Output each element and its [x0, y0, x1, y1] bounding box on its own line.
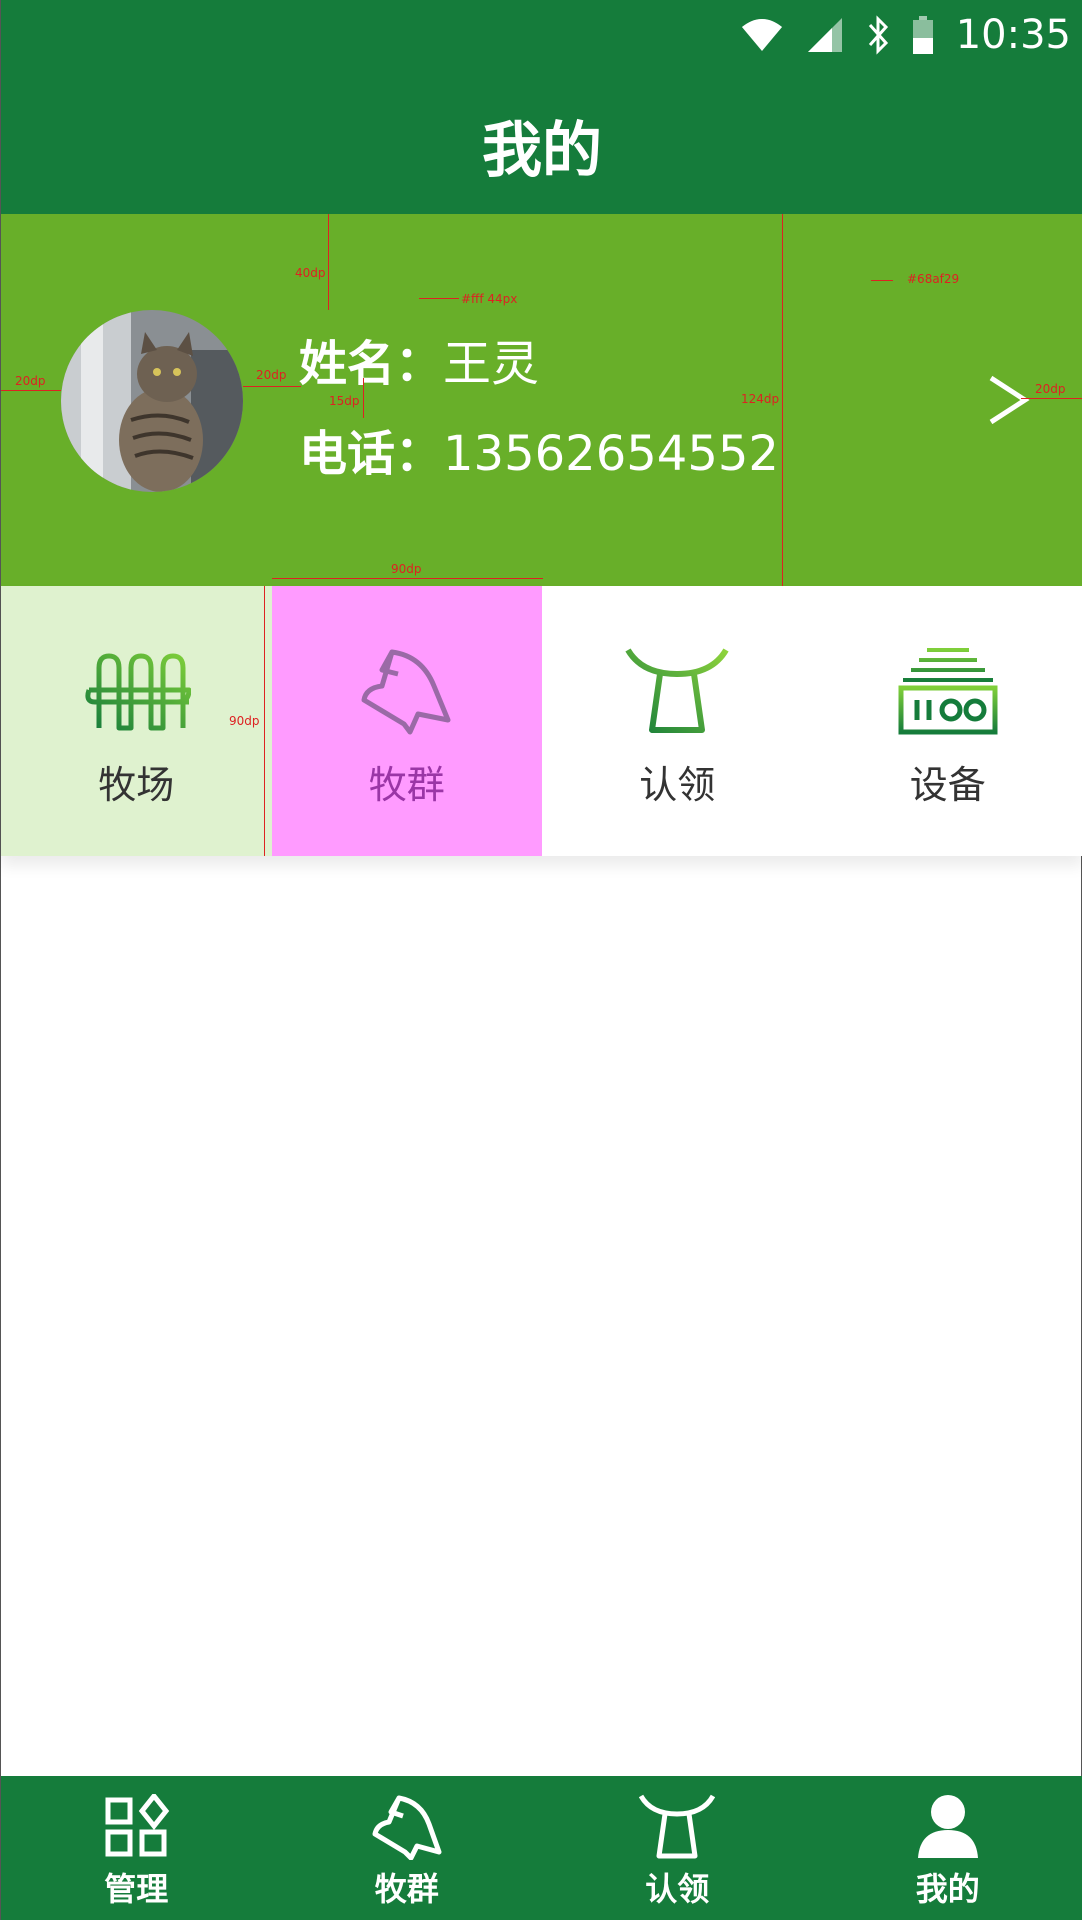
cellular-signal-icon: [807, 18, 842, 52]
nav-label-mine: 我的: [915, 1870, 980, 1908]
grid-label-claim: 认领: [639, 763, 716, 807]
anno-top-gap-line: [328, 214, 329, 310]
wifi-icon: [741, 19, 782, 51]
screen: 10:35 我的 姓名：王灵 电话：13562654552 40dp #fff …: [0, 0, 1082, 1920]
nav-item-manage[interactable]: 管理: [1, 1776, 272, 1920]
anno-left-margin: 20dp: [15, 374, 46, 388]
fence-icon: [85, 653, 192, 731]
cow-tag-icon: [639, 1794, 716, 1859]
bottom-nav: 管理 牧群 认领 我的: [1, 1776, 1082, 1920]
name-label: 姓名：: [299, 336, 444, 392]
grid-item-herd[interactable]: 牧群: [271, 586, 542, 856]
anno-text-style: #fff 44px: [461, 292, 518, 306]
anno-line-gap-line: [363, 378, 364, 418]
grid-item-claim[interactable]: 认领: [542, 586, 813, 856]
nav-item-herd[interactable]: 牧群: [272, 1776, 543, 1920]
page-title: 我的: [482, 116, 602, 186]
grid-label-pasture: 牧场: [98, 763, 175, 807]
anno-left-margin-line: [1, 390, 61, 391]
anno-line-gap: 15dp: [329, 394, 360, 408]
device-icon: [898, 648, 998, 735]
nav-item-mine[interactable]: 我的: [813, 1776, 1082, 1920]
nav-item-claim[interactable]: 认领: [542, 1776, 813, 1920]
anno-bg-color: #68af29: [907, 272, 960, 286]
anno-grid-width-line: [272, 578, 543, 579]
anno-top-gap: 40dp: [295, 266, 326, 280]
cow-tag-icon: [625, 648, 729, 733]
chevron-right-icon[interactable]: [987, 374, 1031, 426]
anno-avatar-gap: 20dp: [256, 368, 287, 382]
phone-label: 电话：: [299, 426, 444, 482]
phone-value: 13562654552: [443, 426, 779, 482]
horse-head-icon: [372, 1795, 442, 1860]
anno-grid-height-line: [264, 586, 265, 856]
anno-right-margin: 20dp: [1035, 382, 1066, 396]
grid-label-device: 设备: [909, 763, 986, 807]
battery-icon: [912, 16, 933, 54]
grid-label-herd: 牧群: [368, 763, 445, 807]
nav-label-herd: 牧群: [374, 1870, 439, 1908]
anno-grid-height: 90dp: [229, 714, 260, 728]
cat-photo: [61, 310, 243, 492]
nav-label-claim: 认领: [645, 1870, 710, 1908]
profile-phone: 电话：13562654552: [299, 414, 779, 484]
name-value: 王灵: [443, 336, 540, 392]
person-icon: [917, 1795, 978, 1858]
grid-diamond-icon: [105, 1794, 170, 1857]
bluetooth-icon: [868, 15, 888, 55]
anno-avatar-gap-line: [243, 386, 301, 387]
anno-grid-width: 90dp: [391, 562, 422, 576]
anno-right-margin-line: [1021, 398, 1082, 399]
grid-item-pasture[interactable]: 牧场 90dp: [1, 586, 272, 856]
status-bar: 10:35: [1, 0, 1082, 70]
quick-menu: 牧场 90dp 牧群 认领 设备: [1, 586, 1082, 856]
anno-pointer-line: [419, 298, 459, 299]
anno-card-height: 124dp: [741, 392, 780, 406]
profile-name: 姓名：王灵: [299, 324, 539, 394]
avatar[interactable]: [61, 310, 243, 492]
status-icons: 10:35: [740, 10, 1071, 60]
grid-item-device[interactable]: 设备: [813, 586, 1082, 856]
anno-bg-pointer: [871, 280, 893, 281]
app-header: 我的: [1, 70, 1082, 214]
nav-label-manage: 管理: [104, 1870, 169, 1908]
status-time: 10:35: [955, 12, 1071, 58]
horse-head-icon: [361, 649, 451, 735]
profile-card[interactable]: 姓名：王灵 电话：13562654552 40dp #fff 44px #68a…: [1, 214, 1082, 586]
anno-card-height-line: [782, 214, 783, 586]
